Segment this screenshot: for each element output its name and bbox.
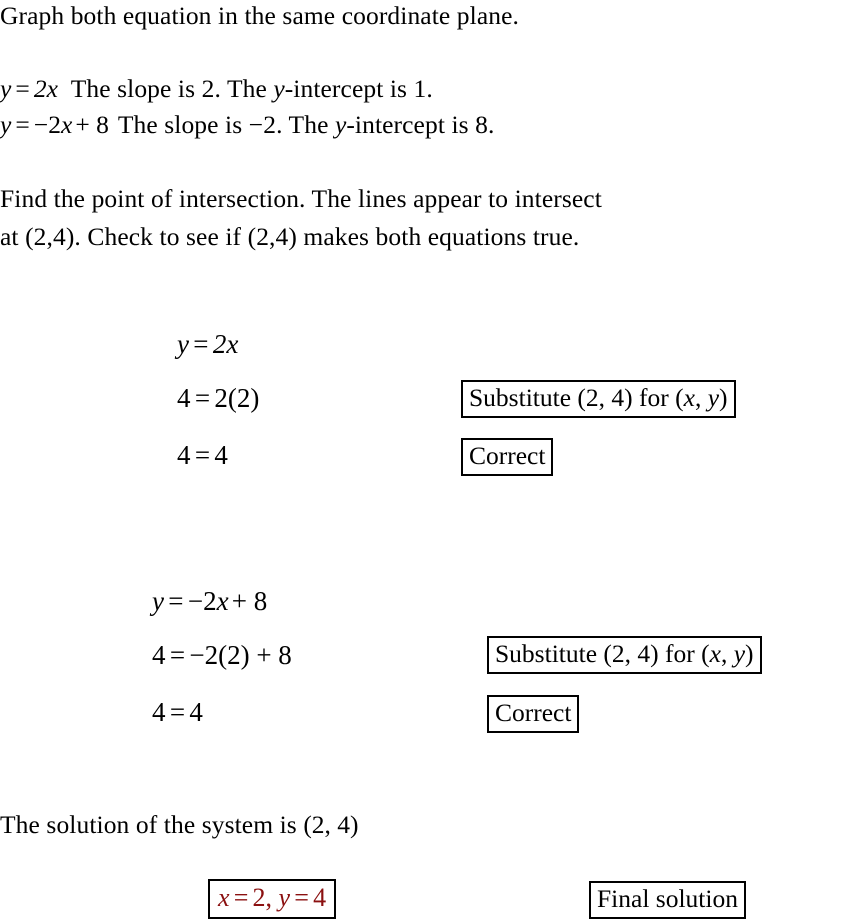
check2-substitute-suffix: ): [745, 639, 754, 668]
check2-substitute-var-y: y: [733, 639, 746, 668]
check2-step-1: y = −2x + 8: [152, 588, 270, 615]
check1-substitute-comma: ,: [694, 383, 708, 412]
check2-step-3-rhs: 4: [189, 697, 203, 727]
check2-step-1-negative: −2: [187, 586, 217, 616]
check2-equals-2: =: [169, 640, 186, 670]
final-answer-box: x = 2, y = 4: [208, 879, 337, 920]
equation-1-description: The slope is 2. The: [70, 74, 274, 103]
final-solution-note: Final solution: [589, 881, 746, 919]
page-title: Graph both equation in the same coordina…: [0, 3, 519, 29]
equation-2-rhs-variable: x: [61, 110, 73, 139]
final-answer-x-value: 2: [252, 883, 266, 912]
instructions-line-2: at (2,4). Check to see if (2,4) makes bo…: [0, 224, 579, 250]
check2-equals-3: =: [169, 697, 186, 727]
check2-equals-1: =: [168, 586, 184, 616]
equals-sign-1: =: [15, 74, 30, 103]
check2-step-1-plus: + 8: [231, 586, 268, 616]
check2-step-1-variable: x: [216, 586, 229, 616]
check1-substitute-note: Substitute (2, 4) for (x, y): [461, 380, 736, 418]
solution-statement-prefix: The solution of the system is: [0, 810, 304, 839]
equation-1-description-var: y: [273, 74, 285, 103]
equation-2-lhs: y: [0, 110, 12, 139]
check1-equals-1: =: [193, 329, 209, 359]
final-solution-label: Final solution: [597, 884, 738, 913]
check1-correct-note: Correct: [461, 438, 554, 476]
equals-sign-2: =: [15, 110, 30, 139]
instructions-line-1-text: Find the point of intersection. The line…: [0, 184, 602, 213]
instructions-line-2-text: at (2,4). Check to see if (2,4) makes bo…: [0, 222, 580, 251]
check2-substitute-comma: ,: [720, 639, 734, 668]
page-title-text: Graph both equation in the same coordina…: [0, 1, 519, 30]
check1-correct-label: Correct: [469, 441, 546, 470]
equation-2-rhs-plus: + 8: [75, 110, 109, 139]
final-answer-y-value: 4: [313, 883, 327, 912]
check2-step-2-rhs: −2(2) + 8: [189, 640, 292, 670]
check2-correct-label: Correct: [495, 698, 572, 727]
check2-substitute-note: Substitute (2, 4) for (x, y): [487, 636, 762, 674]
equation-2-description-tail: -intercept is 8.: [346, 110, 495, 139]
check2-step-3-lhs: 4: [152, 697, 166, 727]
check1-step-3-rhs: 4: [214, 440, 228, 470]
equation-1-lhs: y: [0, 74, 12, 103]
check1-step-1-lhs: y: [177, 329, 189, 359]
equation-2-summary-row: y = −2x + 8 The slope is −2. The y-intercep…: [0, 112, 495, 138]
check1-step-2-lhs: 4: [177, 383, 191, 413]
check2-substitute-prefix: Substitute (2, 4) for (: [495, 639, 710, 668]
check1-step-1-rhs: 2x: [212, 329, 239, 359]
check1-step-2: 4 = 2(2): [177, 385, 259, 412]
equation-2-description: The slope is −2. The: [117, 110, 335, 139]
equation-1-rhs: 2x: [33, 74, 58, 103]
final-answer-y-equals: =: [294, 883, 309, 912]
solution-statement: The solution of the system is (2, 4): [0, 812, 359, 838]
check2-substitute-var-x: x: [709, 639, 721, 668]
check2-step-1-lhs: y: [152, 586, 164, 616]
solution-statement-point: (2, 4): [303, 810, 359, 839]
check1-step-3-lhs: 4: [177, 440, 191, 470]
check1-equals-2: =: [194, 383, 211, 413]
instructions-line-1: Find the point of intersection. The line…: [0, 186, 602, 212]
check1-substitute-suffix: ): [719, 383, 728, 412]
check1-step-3: 4 = 4: [177, 442, 228, 469]
equation-2-description-var: y: [334, 110, 347, 139]
equation-1-spacer: [58, 74, 71, 103]
check1-equals-3: =: [194, 440, 211, 470]
check2-step-3: 4 = 4: [152, 699, 203, 726]
check1-substitute-prefix: Substitute (2, 4) for (: [469, 383, 684, 412]
check2-step-2-lhs: 4: [152, 640, 166, 670]
equation-1-summary-row: y = 2x The slope is 2. The y-intercept is …: [0, 76, 433, 102]
final-answer-x-equals: =: [233, 883, 249, 912]
check1-substitute-var-y: y: [707, 383, 720, 412]
final-answer-x-variable: x: [218, 883, 230, 912]
equation-2-rhs-negative: −2: [33, 110, 62, 139]
check1-step-1: y = 2x: [177, 331, 238, 358]
check2-step-2: 4 = −2(2) + 8: [152, 642, 292, 669]
check2-correct-note: Correct: [487, 695, 580, 733]
final-answer-y-variable: y: [278, 883, 291, 912]
equation-1-description-tail: -intercept is 1.: [284, 74, 433, 103]
check1-substitute-var-x: x: [683, 383, 695, 412]
check1-step-2-rhs: 2(2): [214, 383, 260, 413]
